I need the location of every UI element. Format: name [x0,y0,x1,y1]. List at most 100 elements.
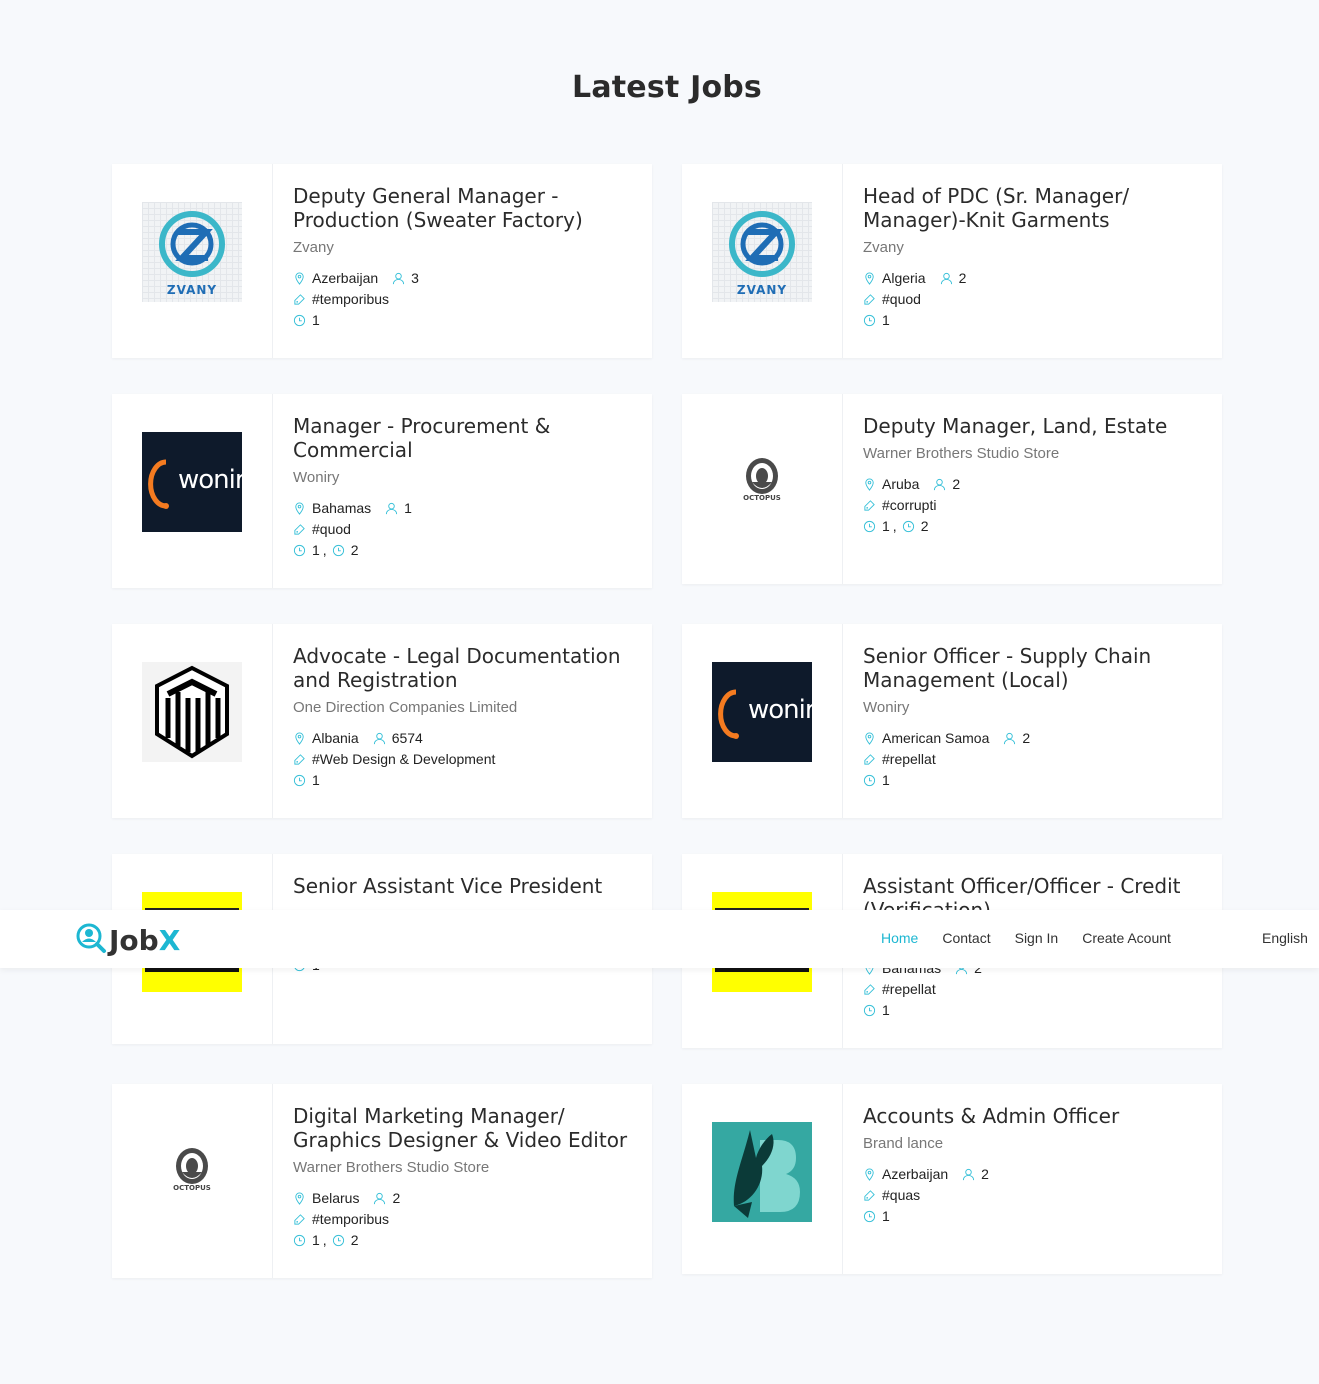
job-card[interactable]: OCTOPUS Digital Marketing Manager/ Graphi… [112,1084,652,1278]
company-name[interactable]: Woniry [293,469,632,486]
company-name[interactable]: Warner Brothers Studio Store [293,1159,632,1176]
job-tag-line: #corrupti [863,495,1202,515]
user-icon [962,1168,975,1181]
search-icon [75,922,107,959]
job-title[interactable]: Senior Assistant Vice President [293,874,632,898]
clock-icon [863,520,876,533]
job-card[interactable]: woniry Senior Officer - Supply Chain Mana… [682,624,1222,818]
user-icon [392,272,405,285]
tag-icon [863,1189,876,1202]
job-info: Deputy Manager, Land, Estate Warner Broth… [843,394,1222,584]
woniry-logo: woniry [142,432,242,532]
job-info: Advocate - Legal Documentation and Regis… [273,624,652,818]
job-title[interactable]: Deputy General Manager - Production (Swe… [293,184,632,232]
job-type-line: 1 [863,310,1202,330]
job-location-line: Bahamas 1 [293,498,632,518]
nav-contact[interactable]: Contact [942,930,990,946]
language-selector[interactable]: English [1262,930,1308,946]
clock-icon [863,1210,876,1223]
tag-icon [863,293,876,306]
company-name[interactable]: One Direction Companies Limited [293,699,632,716]
job-title[interactable]: Accounts & Admin Officer [863,1104,1202,1128]
user-icon [1003,732,1016,745]
section-title: Latest Jobs [572,70,762,105]
company-logo-column: ZVANY [682,164,843,358]
user-icon [373,732,386,745]
zvany-logo: ZVANY [712,202,812,302]
job-type: 1 [312,312,320,328]
job-type: 1 [312,772,320,788]
job-location: American Samoa [882,730,990,746]
tag-icon [863,753,876,766]
job-type: 1 [882,1002,890,1018]
company-name[interactable]: Woniry [863,699,1202,716]
clock-icon [863,314,876,327]
location-pin-icon [293,731,306,745]
job-location: Belarus [312,1190,360,1206]
job-type-line: 1,2 [293,540,632,560]
clock-icon [863,1004,876,1017]
job-location-line: Azerbaijan 3 [293,268,632,288]
location-pin-icon [863,271,876,285]
company-name[interactable]: Zvany [863,239,1202,256]
job-tag[interactable]: #quod [312,519,351,539]
job-location-line: Aruba 2 [863,474,1202,494]
job-location: Albania [312,730,359,746]
job-card[interactable]: Advocate - Legal Documentation and Regis… [112,624,652,818]
tag-icon [293,753,306,766]
brand-name: JobX [109,924,181,957]
job-title[interactable]: Digital Marketing Manager/ Graphics Desi… [293,1104,632,1152]
job-title[interactable]: Senior Officer - Supply Chain Management… [863,644,1202,692]
user-icon [373,1192,386,1205]
job-tag[interactable]: #quas [882,1185,920,1205]
job-vacancies: 2 [981,1166,989,1182]
job-vacancies: 1 [404,500,412,516]
job-title[interactable]: Manager - Procurement & Commercial [293,414,632,462]
job-card[interactable]: ZVANY Deputy General Manager - Production… [112,164,652,358]
job-tag[interactable]: #repellat [882,979,936,999]
nav-home[interactable]: Home [881,930,918,946]
company-name[interactable]: Zvany [293,239,632,256]
job-tag[interactable]: #temporibus [312,1209,389,1229]
user-icon [933,478,946,491]
cube-logo [142,662,242,762]
job-tag[interactable]: #corrupti [882,495,936,515]
nav-create-account[interactable]: Create Acount [1082,930,1171,946]
job-title[interactable]: Deputy Manager, Land, Estate [863,414,1202,438]
job-info: Accounts & Admin Officer Brand lance Azerb… [843,1084,1222,1274]
job-tag-line: #quod [293,519,632,539]
job-card[interactable]: woniry Manager - Procurement & Commercial… [112,394,652,588]
job-tag[interactable]: #temporibus [312,289,389,309]
job-location: Azerbaijan [882,1166,949,1182]
job-tag[interactable]: #repellat [882,749,936,769]
job-vacancies: 2 [958,270,967,286]
nav-sign-in[interactable]: Sign In [1015,930,1059,946]
job-card[interactable]: Accounts & Admin Officer Brand lance Azerb… [682,1084,1222,1274]
job-location-line: Belarus 2 [293,1188,632,1208]
job-tag[interactable]: #Web Design & Development [312,749,495,769]
clock-icon [332,1234,345,1247]
clock-icon [863,774,876,787]
job-title[interactable]: Head of PDC (Sr. Manager/ Manager)-Knit … [863,184,1202,232]
job-type-line: 1 [293,770,632,790]
octopus-logo: OCTOPUS [712,432,812,532]
brand-logo[interactable]: JobX [75,922,180,959]
job-title[interactable]: Advocate - Legal Documentation and Regis… [293,644,632,692]
job-vacancies: 2 [952,476,961,492]
job-info: Deputy General Manager - Production (Swe… [273,164,652,358]
job-card[interactable]: OCTOPUS Deputy Manager, Land, Estate Warne… [682,394,1222,584]
company-name[interactable]: Warner Brothers Studio Store [863,445,1202,462]
job-type-line: 1 [863,1206,1202,1226]
job-vacancies: 2 [392,1190,401,1206]
job-tag[interactable]: #quod [882,289,921,309]
job-card[interactable]: ZVANY Head of PDC (Sr. Manager/ Manager)-… [682,164,1222,358]
job-type: 1 [312,542,320,558]
job-type-line: 1,2 [293,1230,632,1250]
octopus-logo: OCTOPUS [142,1122,242,1222]
company-logo-column: OCTOPUS [112,1084,273,1278]
job-tag-line: #repellat [863,979,1202,999]
company-logo-column [112,624,273,818]
job-location-line: Azerbaijan 2 [863,1164,1202,1184]
company-name[interactable]: Brand lance [863,1135,1202,1152]
job-vacancies: 6574 [391,730,423,746]
